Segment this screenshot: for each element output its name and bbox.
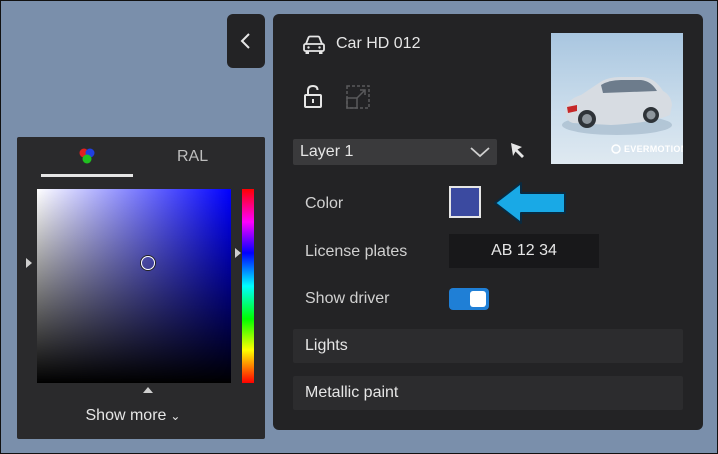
saturation-value-handle[interactable] [140, 255, 155, 270]
active-tab-indicator [41, 174, 133, 177]
saturation-marker[interactable] [142, 387, 153, 393]
section-metallic-paint-label: Metallic paint [305, 384, 399, 401]
rgb-dots-icon [79, 148, 95, 164]
unlock-icon[interactable] [302, 84, 324, 110]
car-icon [303, 35, 325, 54]
collapse-panel-button[interactable] [227, 14, 265, 68]
chevron-down-icon [470, 147, 490, 158]
show-driver-toggle[interactable] [449, 288, 489, 310]
section-lights[interactable]: Lights [293, 329, 683, 363]
scale-icon[interactable] [345, 84, 371, 110]
hue-marker[interactable] [235, 248, 241, 259]
license-plates-input[interactable] [449, 234, 599, 268]
color-swatch[interactable] [449, 186, 481, 218]
section-lights-label: Lights [305, 337, 348, 354]
tab-ral[interactable]: RAL [177, 148, 208, 166]
pointer-select-icon[interactable] [509, 141, 529, 161]
show-more-label: Show more [85, 407, 167, 424]
model-thumbnail: EVERMOTION [551, 33, 683, 164]
saturation-value-area[interactable] [37, 189, 231, 383]
license-plates-label: License plates [305, 243, 408, 260]
brand-logo: EVERMOTION [611, 144, 683, 154]
properties-panel: Car HD 012 EVERMOTION Layer 1 Color Lice… [273, 14, 703, 430]
toggle-knob [470, 291, 486, 307]
layer-select[interactable]: Layer 1 [293, 139, 497, 165]
brand-logo-icon [611, 144, 621, 154]
show-more-button[interactable]: Show more ⌄ [17, 407, 249, 425]
value-marker[interactable] [26, 257, 32, 268]
show-driver-label: Show driver [305, 290, 390, 307]
section-metallic-paint[interactable]: Metallic paint [293, 376, 683, 410]
page-title: Car HD 012 [336, 35, 421, 52]
chevron-down-icon: ⌄ [170, 409, 181, 423]
hue-slider[interactable] [242, 189, 254, 383]
tab-rgb[interactable] [41, 145, 133, 177]
callout-arrow-icon [494, 182, 566, 224]
chevron-left-icon [240, 33, 250, 49]
layer-select-value: Layer 1 [300, 143, 354, 160]
color-label: Color [305, 195, 344, 212]
brand-logo-text: EVERMOTION [624, 144, 683, 154]
color-picker-panel: RAL Show more ⌄ [17, 137, 265, 439]
